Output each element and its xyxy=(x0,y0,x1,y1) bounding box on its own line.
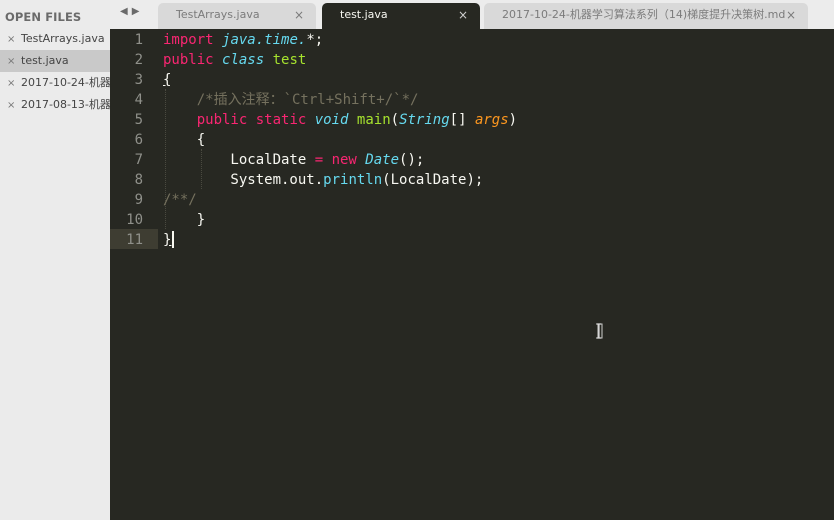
code-line: } xyxy=(163,230,171,250)
tab-label: 2017-10-24-机器学习算法系列（14)梯度提升决策树.md xyxy=(502,8,786,21)
line-number: 2 xyxy=(134,52,143,68)
code-line: public static void main(String[] args) xyxy=(163,110,517,130)
code-token: { xyxy=(163,132,206,148)
line-number: 8 xyxy=(134,172,143,188)
line-number: 7 xyxy=(134,152,143,168)
code-token: void xyxy=(314,112,357,128)
open-file-item[interactable]: × TestArrays.java xyxy=(0,28,110,50)
code-token: /*插入注释：`Ctrl+Shift+/`*/ xyxy=(196,92,419,108)
code-token: System.out. xyxy=(163,172,324,188)
line-number: 10 xyxy=(126,212,143,228)
code-editor[interactable]: 1 2 3 4 5 6 7 8 9 10 11 import java.time.*; public … xyxy=(110,29,834,520)
open-files-list: × TestArrays.java × test.java × 2017-10-24-… xyxy=(0,28,110,116)
ibeam-cursor-icon xyxy=(596,323,603,339)
code-token: test xyxy=(272,52,307,68)
code-token: (LocalDate); xyxy=(382,172,484,188)
sidebar: OPEN FILES × TestArrays.java × test.java ×… xyxy=(0,0,110,520)
tab-bar: ◀▶ TestArrays.java × 2017-10-24-机器学习算法系列… xyxy=(110,0,834,29)
code-token: args xyxy=(474,112,509,128)
close-icon[interactable]: × xyxy=(0,95,21,116)
code-token: LocalDate xyxy=(163,152,315,168)
code-line: } xyxy=(163,210,205,230)
code-token: static xyxy=(255,112,315,128)
code-token: main xyxy=(356,112,391,128)
tab-test-java[interactable]: test.java × xyxy=(322,3,480,29)
code-token: [] xyxy=(449,112,475,128)
code-line: { xyxy=(163,130,205,150)
code-line: LocalDate = new Date(); xyxy=(163,150,424,170)
close-icon[interactable]: × xyxy=(0,29,21,50)
code-token: { xyxy=(163,72,172,88)
code-token: Date xyxy=(365,152,400,168)
sublime-text-window: OPEN FILES × TestArrays.java × test.java ×… xyxy=(0,0,834,520)
code-line: import java.time.*; xyxy=(163,30,323,50)
code-line: /*插入注释：`Ctrl+Shift+/`*/ xyxy=(163,90,419,110)
code-token: public xyxy=(163,52,223,68)
text-caret xyxy=(172,231,174,248)
code-token: new xyxy=(331,152,366,168)
line-number: 3 xyxy=(134,72,143,88)
open-file-item-active[interactable]: × test.java xyxy=(0,50,110,72)
line-number: 6 xyxy=(134,132,143,148)
code-token: } xyxy=(163,212,206,228)
code-token: /**/ xyxy=(163,192,197,208)
code-token: java.time. xyxy=(222,32,307,48)
close-icon[interactable]: × xyxy=(0,73,21,94)
open-files-header: OPEN FILES xyxy=(5,10,82,24)
tab-label: TestArrays.java xyxy=(176,8,260,21)
tab-nav-arrows: ◀▶ xyxy=(120,6,143,17)
code-line: { xyxy=(163,70,171,90)
close-icon[interactable]: × xyxy=(294,3,304,27)
close-icon[interactable]: × xyxy=(786,3,796,27)
code-line: System.out.println(LocalDate); xyxy=(163,170,483,190)
code-token: } xyxy=(163,232,172,248)
open-file-name: 2017-08-13-机器 xyxy=(21,98,110,111)
code-token: import xyxy=(163,32,223,48)
open-file-item[interactable]: × 2017-10-24-机器 xyxy=(0,72,110,94)
open-file-name: TestArrays.java xyxy=(21,32,105,45)
code-token: println xyxy=(323,172,383,188)
code-token: (); xyxy=(399,152,425,168)
tab-markdown-file[interactable]: 2017-10-24-机器学习算法系列（14)梯度提升决策树.md × xyxy=(484,3,808,29)
code-token: class xyxy=(222,52,273,68)
close-icon[interactable]: × xyxy=(0,51,21,72)
line-number: 1 xyxy=(134,32,143,48)
line-number: 11 xyxy=(126,232,143,248)
open-file-name: 2017-10-24-机器 xyxy=(21,76,110,89)
chevron-right-icon[interactable]: ▶ xyxy=(132,6,144,17)
line-number: 9 xyxy=(134,192,143,208)
line-number: 4 xyxy=(134,92,143,108)
tab-testarrays[interactable]: TestArrays.java × xyxy=(158,3,316,29)
code-token: String xyxy=(399,112,450,128)
code-token: ) xyxy=(508,112,518,128)
chevron-left-icon[interactable]: ◀ xyxy=(120,6,132,17)
code-token: = xyxy=(314,152,332,168)
open-file-name: test.java xyxy=(21,54,69,67)
code-token: public xyxy=(196,112,256,128)
code-token: *; xyxy=(306,32,324,48)
close-icon[interactable]: × xyxy=(458,3,468,27)
line-number: 5 xyxy=(134,112,143,128)
code-line: /**/ xyxy=(163,190,197,210)
open-file-item[interactable]: × 2017-08-13-机器 xyxy=(0,94,110,116)
tab-label: test.java xyxy=(340,8,388,21)
code-token: ( xyxy=(390,112,400,128)
code-line: public class test xyxy=(163,50,306,70)
line-number-gutter: 1 2 3 4 5 6 7 8 9 10 11 xyxy=(110,29,158,520)
